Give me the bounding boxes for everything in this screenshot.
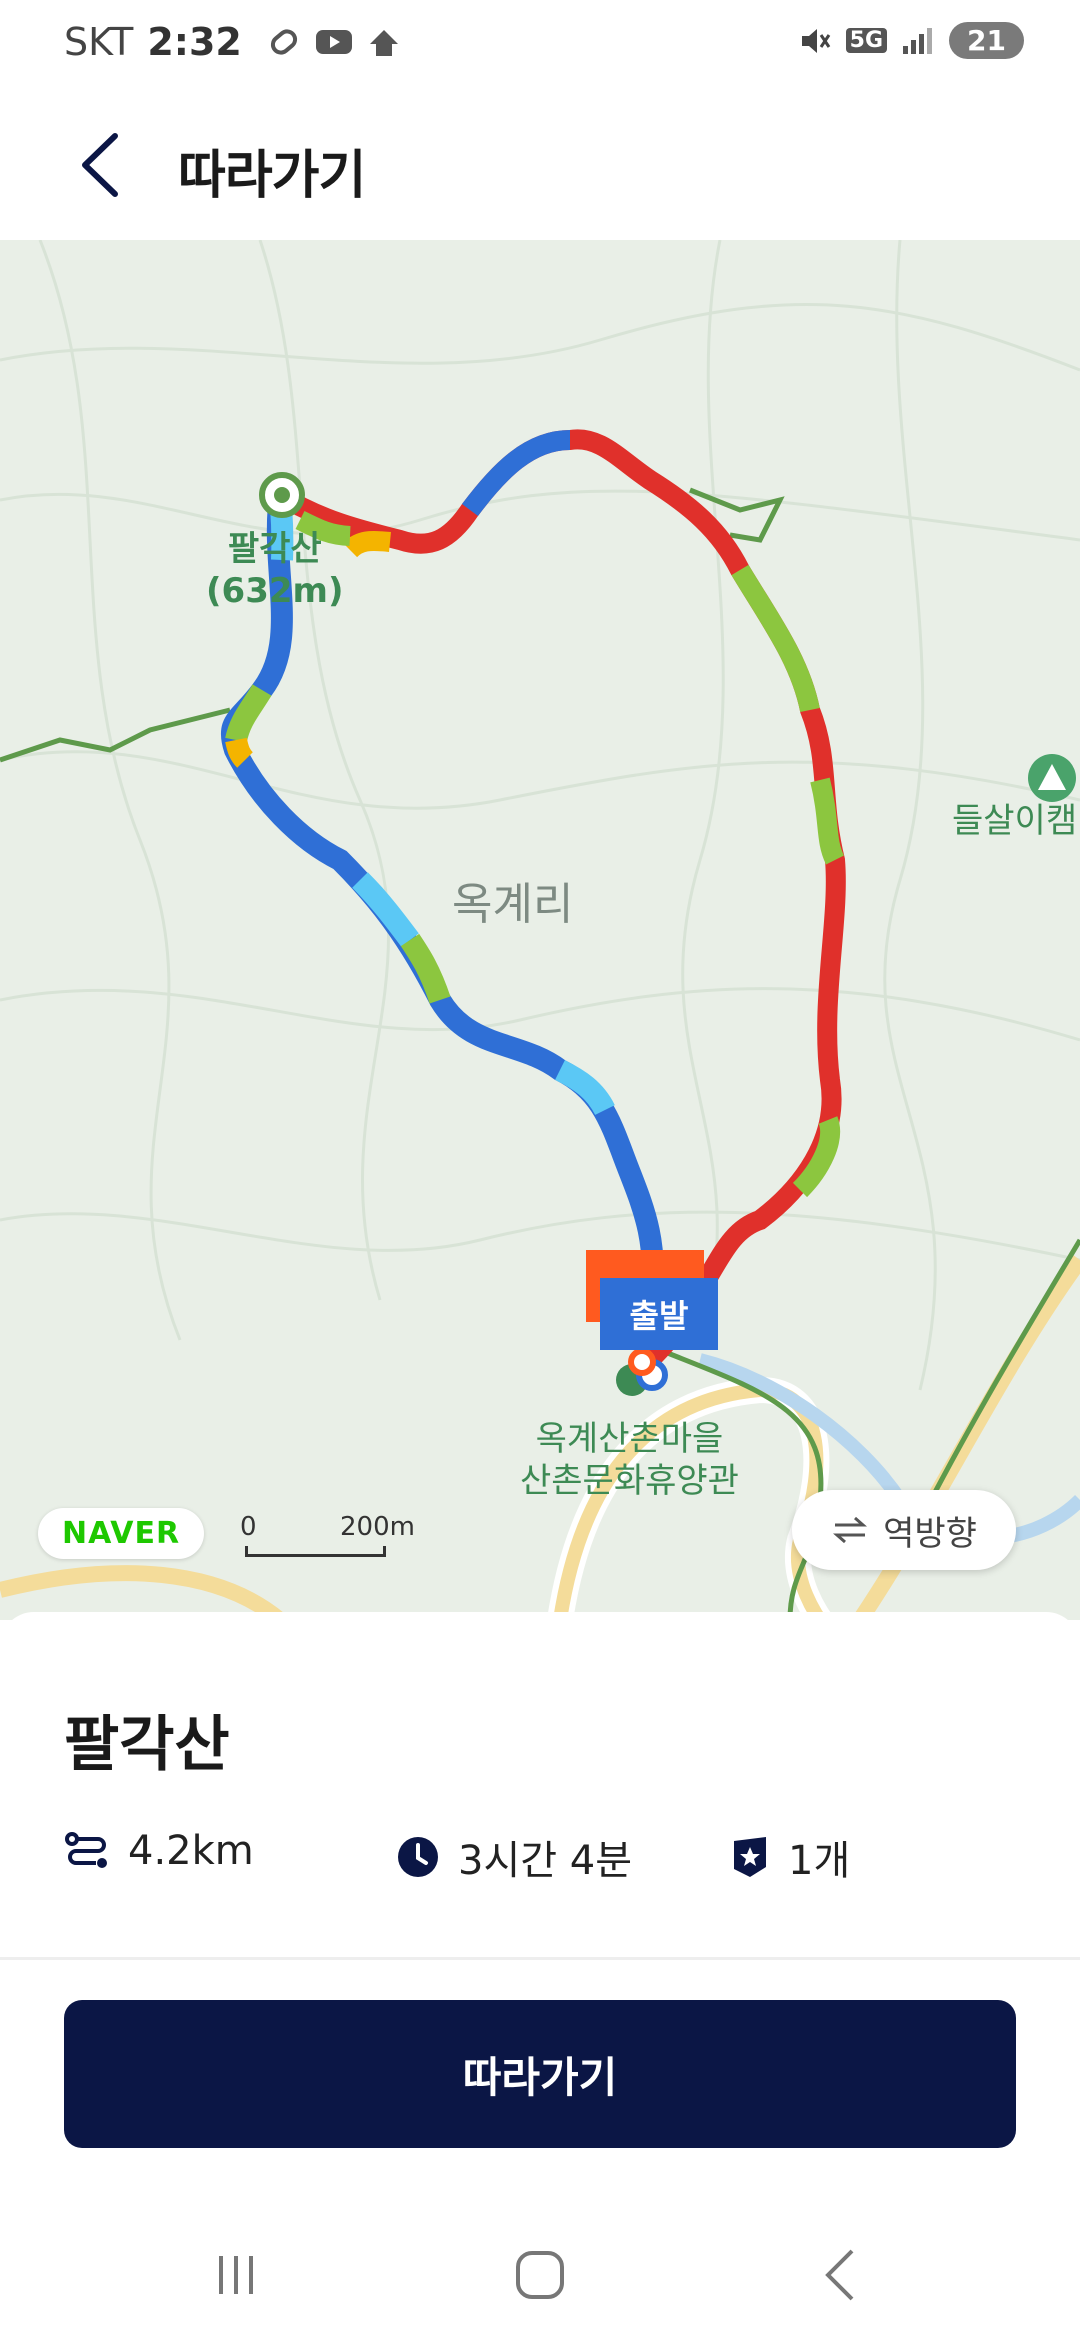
back-icon <box>82 133 118 197</box>
trail-map[interactable]: 팔각산 (632m) 옥계리 옥계산촌마을 산촌문화휴양관 들살이캠 출발 NA… <box>0 240 1080 1620</box>
stamp-count: 1개 <box>788 1838 851 1884</box>
scale-zero: 0 <box>240 1512 257 1542</box>
recent-apps-icon <box>219 2256 253 2294</box>
section-divider <box>0 1957 1080 1960</box>
distance-icon <box>65 1832 107 1868</box>
system-navigation-bar <box>0 2200 1080 2340</box>
village-label: 옥계리 <box>452 879 574 930</box>
peak-elevation: (632m) <box>206 571 344 611</box>
clock-time: 2:32 <box>147 20 242 64</box>
link-icon <box>270 29 297 55</box>
app-icon <box>369 30 398 56</box>
stamp-stat: 1개 <box>730 1828 850 1886</box>
swap-icon <box>833 1516 868 1544</box>
recent-apps-button[interactable] <box>196 2240 276 2310</box>
route-line-blue <box>220 484 664 1311</box>
stamp-icon <box>734 1837 766 1877</box>
lodge-label-line1: 옥계산촌마을 <box>535 1419 724 1459</box>
naver-logo: NAVER <box>38 1508 205 1559</box>
top-app-bar: 따라가기 <box>0 95 1080 240</box>
lodge-label: 옥계산촌마을 산촌문화휴양관 <box>520 1418 739 1502</box>
peak-label: 팔각산 (632m) <box>206 528 343 612</box>
duration-value: 3시간 4분 <box>458 1838 633 1884</box>
nav-back-icon <box>825 2249 854 2301</box>
scale-distance: 200m <box>340 1512 415 1542</box>
trail-name: 팔각산 <box>64 1710 230 1780</box>
scale-bar <box>245 1546 386 1557</box>
lodge-label-line2: 산촌문화휴양관 <box>520 1461 739 1501</box>
distance-stat: 4.2km <box>64 1828 254 1874</box>
nav-back-button[interactable] <box>800 2240 880 2310</box>
back-button[interactable] <box>60 125 140 205</box>
status-bar: SKT 2:32 5G 21 <box>0 0 1080 95</box>
network-5g-icon: 5G <box>845 28 888 53</box>
follow-button[interactable]: 따라가기 <box>64 2000 1016 2148</box>
home-button[interactable] <box>500 2240 580 2310</box>
signal-icon <box>903 27 933 54</box>
mute-icon <box>801 28 830 53</box>
peak-name: 팔각산 <box>227 529 322 569</box>
clock-icon <box>398 1837 438 1877</box>
page-title: 따라가기 <box>178 146 366 206</box>
start-marker[interactable]: 출발 <box>600 1278 718 1350</box>
battery-indicator: 21 <box>949 22 1024 59</box>
campsite-label: 들살이캠 <box>952 801 1078 841</box>
home-icon <box>516 2251 564 2299</box>
trail-info-card: 팔각산 4.2km 3시간 4분 1개 <box>0 1612 1080 1957</box>
distance-value: 4.2km <box>128 1828 254 1874</box>
duration-stat: 3시간 4분 <box>396 1828 632 1886</box>
youtube-icon <box>315 30 352 54</box>
reverse-direction-label: 역방향 <box>883 1513 977 1554</box>
reverse-direction-button[interactable]: 역방향 <box>792 1490 1016 1570</box>
carrier-label: SKT <box>64 20 134 64</box>
map-scale: 0 200m <box>240 1512 415 1557</box>
